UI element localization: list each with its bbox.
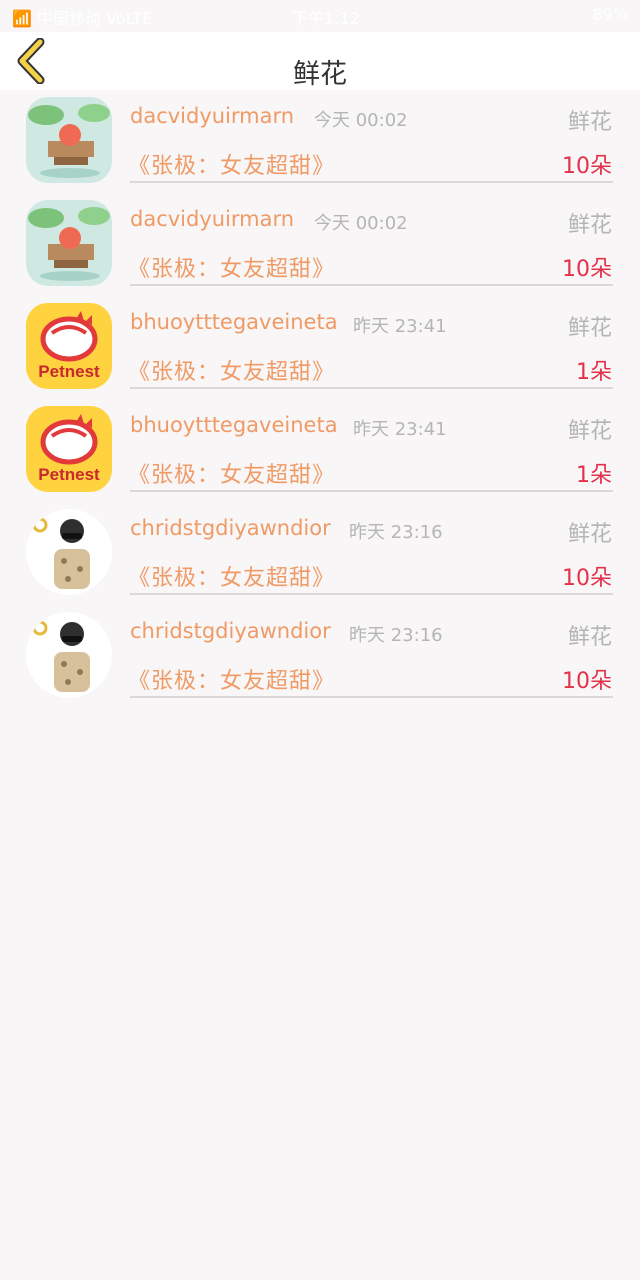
- list-item[interactable]: chridstgdiyawndior 昨天 23:16 鲜花 《张极：女友超甜》…: [0, 502, 640, 605]
- avatar[interactable]: [26, 97, 112, 183]
- send-time: 今天 00:02: [314, 110, 408, 131]
- send-time: 昨天 23:41: [353, 316, 447, 337]
- plant-avatar-icon: [26, 200, 112, 286]
- gift-count: 10朵: [562, 154, 612, 179]
- row-divider: [130, 387, 613, 389]
- avatar[interactable]: [26, 200, 112, 286]
- avatar[interactable]: [26, 612, 112, 698]
- soldier-avatar-icon: [26, 612, 112, 698]
- list-item[interactable]: dacvidyuirmarn 今天 00:02 鲜花 《张极：女友超甜》 10朵: [0, 90, 640, 193]
- header-bar: 鲜花: [0, 32, 640, 90]
- send-time: 今天 00:02: [314, 213, 408, 234]
- avatar[interactable]: [26, 509, 112, 595]
- row-divider: [130, 593, 613, 595]
- song-title[interactable]: 《张极：女友超甜》: [128, 251, 335, 283]
- gift-type: 鲜花: [567, 213, 612, 238]
- status-bar: 📶 中国移动 VoLTE 下午1:12 89%: [0, 0, 640, 32]
- list-item[interactable]: dacvidyuirmarn 今天 00:02 鲜花 《张极：女友超甜》 10朵: [0, 193, 640, 296]
- sender-name[interactable]: dacvidyuirmarn: [130, 104, 294, 128]
- svg-text:Petnest: Petnest: [38, 465, 100, 484]
- row-divider: [130, 181, 613, 183]
- sender-name[interactable]: chridstgdiyawndior: [130, 516, 331, 540]
- song-title[interactable]: 《张极：女友超甜》: [128, 663, 335, 695]
- page-title: 鲜花: [293, 59, 347, 90]
- petnest-logo-icon: Petnest: [26, 303, 112, 389]
- gift-type: 鲜花: [567, 625, 612, 650]
- carrier-text: 📶 中国移动 VoLTE: [12, 9, 153, 28]
- battery-text: 89%: [592, 5, 628, 24]
- avatar[interactable]: Petnest: [26, 406, 112, 492]
- song-title[interactable]: 《张极：女友超甜》: [128, 148, 335, 180]
- plant-avatar-icon: [26, 97, 112, 183]
- gift-type: 鲜花: [567, 419, 612, 444]
- gift-type: 鲜花: [567, 522, 612, 547]
- gift-type: 鲜花: [567, 110, 612, 135]
- gift-count: 1朵: [576, 360, 612, 385]
- send-time: 昨天 23:16: [349, 625, 443, 646]
- row-divider: [130, 490, 613, 492]
- sender-name[interactable]: dacvidyuirmarn: [130, 207, 294, 231]
- song-title[interactable]: 《张极：女友超甜》: [128, 560, 335, 592]
- status-time: 下午1:12: [292, 9, 360, 28]
- row-divider: [130, 696, 613, 698]
- song-title[interactable]: 《张极：女友超甜》: [128, 354, 335, 386]
- sender-name[interactable]: bhuoytttegaveineta: [130, 413, 338, 437]
- send-time: 昨天 23:41: [353, 419, 447, 440]
- sender-name[interactable]: bhuoytttegaveineta: [130, 310, 338, 334]
- send-time: 昨天 23:16: [349, 522, 443, 543]
- gift-list: dacvidyuirmarn 今天 00:02 鲜花 《张极：女友超甜》 10朵…: [0, 90, 640, 708]
- gift-count: 10朵: [562, 257, 612, 282]
- list-item[interactable]: Petnest bhuoytttegaveineta 昨天 23:41 鲜花 《…: [0, 399, 640, 502]
- svg-text:Petnest: Petnest: [38, 362, 100, 381]
- gift-count: 1朵: [576, 463, 612, 488]
- list-item[interactable]: Petnest bhuoytttegaveineta 昨天 23:41 鲜花 《…: [0, 296, 640, 399]
- soldier-avatar-icon: [26, 509, 112, 595]
- petnest-logo-icon: Petnest: [26, 406, 112, 492]
- sender-name[interactable]: chridstgdiyawndior: [130, 619, 331, 643]
- list-item[interactable]: chridstgdiyawndior 昨天 23:16 鲜花 《张极：女友超甜》…: [0, 605, 640, 708]
- avatar[interactable]: Petnest: [26, 303, 112, 389]
- gift-count: 10朵: [562, 669, 612, 694]
- row-divider: [130, 284, 613, 286]
- gift-type: 鲜花: [567, 316, 612, 341]
- gift-count: 10朵: [562, 566, 612, 591]
- song-title[interactable]: 《张极：女友超甜》: [128, 457, 335, 489]
